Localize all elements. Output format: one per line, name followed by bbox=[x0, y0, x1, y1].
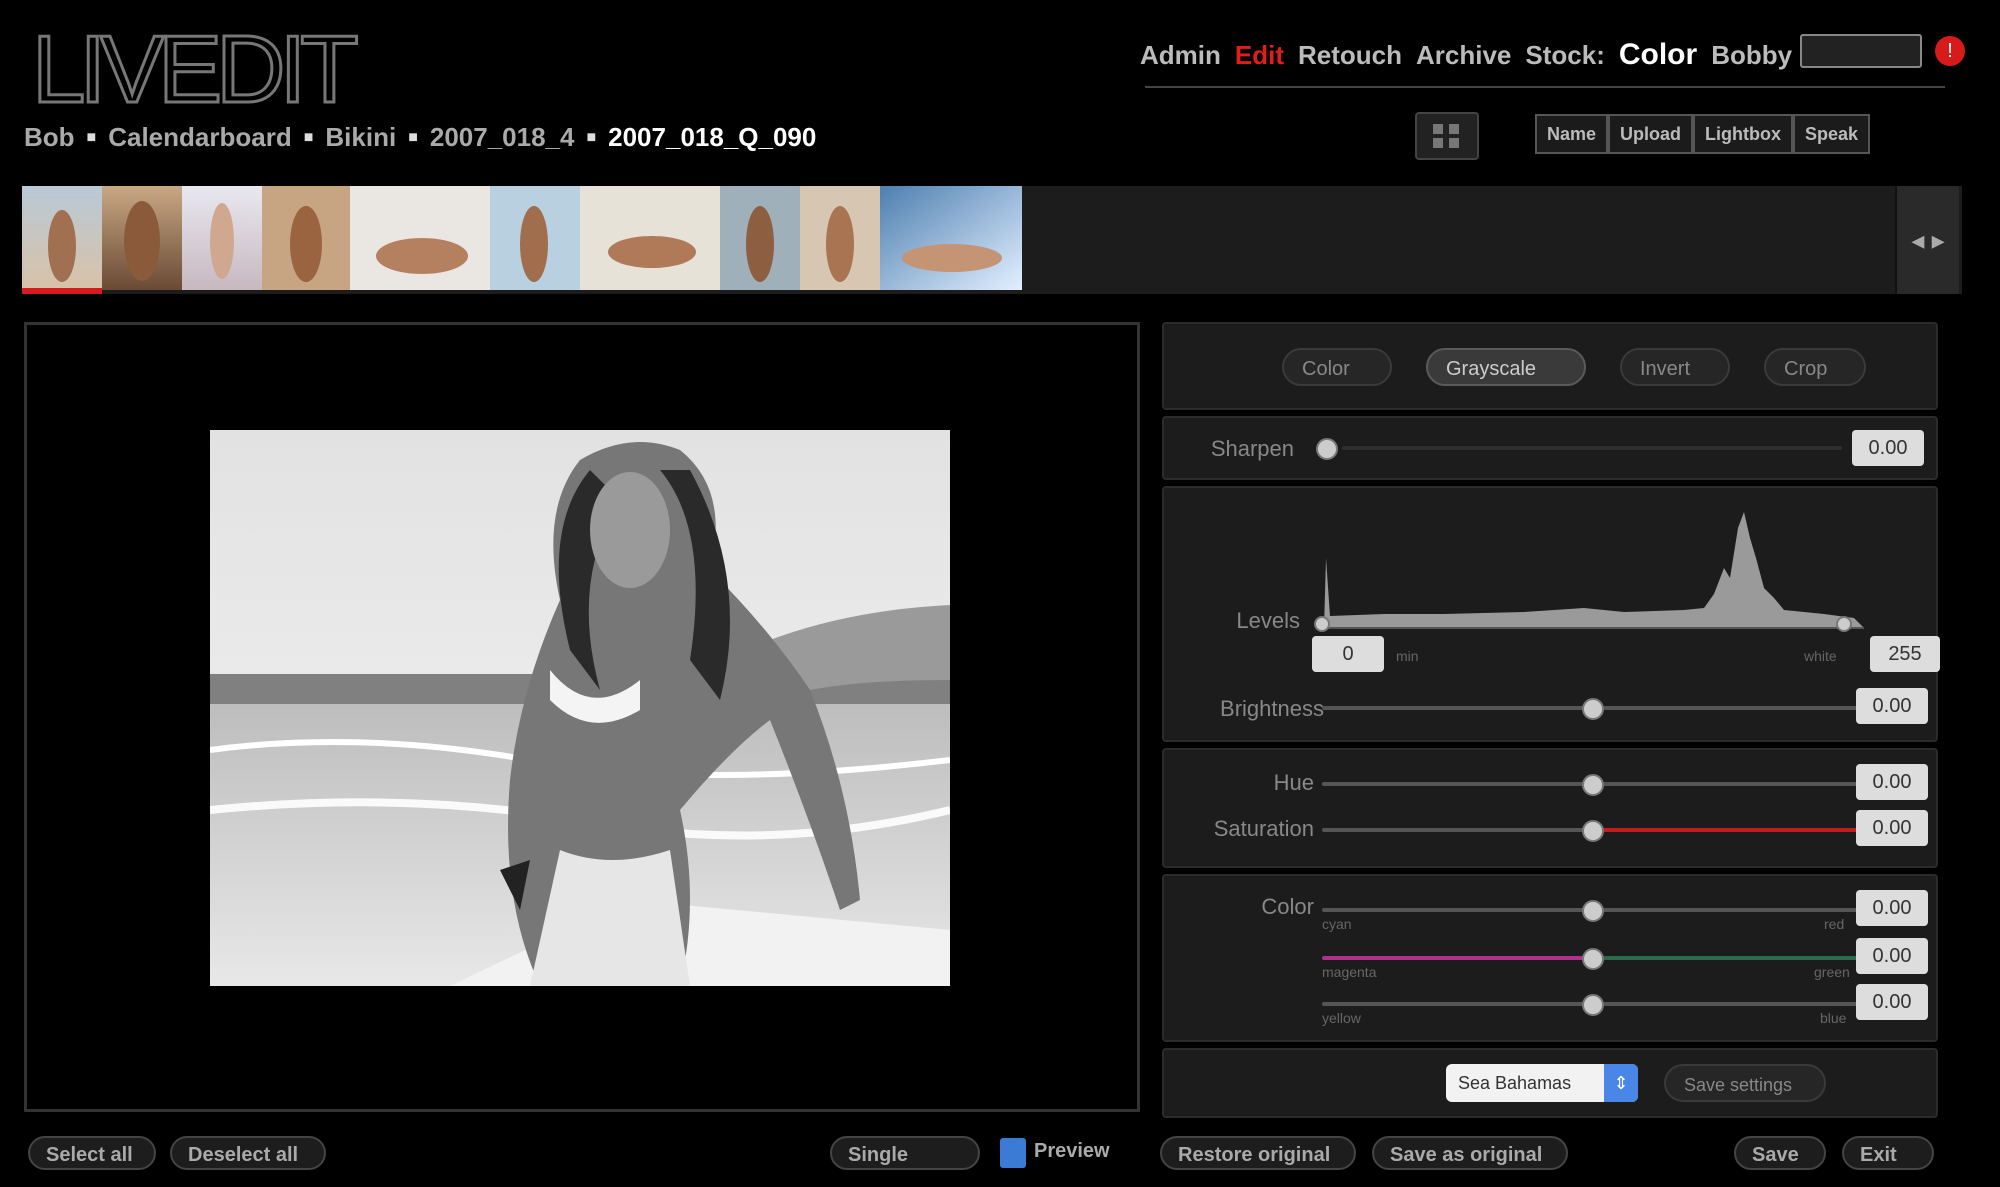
preset-select-value: Sea Bahamas bbox=[1458, 1073, 1572, 1093]
breadcrumb-item[interactable]: Bob bbox=[24, 122, 75, 153]
nav-archive[interactable]: Archive bbox=[1416, 40, 1511, 71]
levels-low-value[interactable]: 0 bbox=[1312, 636, 1384, 672]
color-label: Color bbox=[1261, 894, 1314, 919]
yellow-blue-slider-knob[interactable] bbox=[1582, 994, 1604, 1016]
nav-stock[interactable]: Stock: bbox=[1525, 40, 1604, 71]
sharpen-value[interactable]: 0.00 bbox=[1852, 430, 1924, 466]
cyan-red-slider-knob[interactable] bbox=[1582, 900, 1604, 922]
levels-section: Levels 0 min white 255 Brightness 0.00 bbox=[1162, 486, 1940, 742]
mode-grayscale-button[interactable]: Grayscale bbox=[1426, 348, 1586, 386]
nav-user[interactable]: Bobby bbox=[1711, 40, 1792, 71]
filmstrip-scroll-arrows-icon[interactable]: ◂ ▸ bbox=[1895, 186, 1959, 294]
green-label: green bbox=[1814, 964, 1850, 980]
alert-icon[interactable]: ! bbox=[1935, 36, 1965, 66]
magenta-green-value[interactable]: 0.00 bbox=[1856, 938, 1928, 974]
nav-divider bbox=[1145, 86, 1945, 88]
saturation-slider-fill[interactable] bbox=[1592, 828, 1862, 832]
select-arrows-icon: ⇕ bbox=[1604, 1064, 1638, 1102]
levels-label: Levels bbox=[1236, 608, 1300, 633]
thumbnail bbox=[350, 186, 490, 290]
levels-low-hint: min bbox=[1396, 648, 1419, 664]
saturation-slider-track[interactable] bbox=[1322, 828, 1592, 832]
breadcrumb-separator-icon: ■ bbox=[586, 128, 597, 146]
nav-retouch[interactable]: Retouch bbox=[1298, 40, 1402, 71]
magenta-green-slider-fill[interactable] bbox=[1322, 956, 1592, 960]
magenta-green-slider-track[interactable] bbox=[1592, 956, 1862, 960]
breadcrumb-separator-icon: ■ bbox=[408, 128, 418, 146]
save-settings-button[interactable]: Save settings bbox=[1664, 1064, 1826, 1102]
mode-selector: Color Grayscale Invert Crop bbox=[1162, 322, 1938, 410]
levels-low-handle[interactable] bbox=[1314, 616, 1330, 632]
preview-label: Preview bbox=[1034, 1140, 1110, 1162]
levels-high-handle[interactable] bbox=[1836, 616, 1852, 632]
grid-icon bbox=[1433, 124, 1459, 148]
restore-original-button[interactable]: Restore original bbox=[1160, 1136, 1356, 1170]
thumbnail-strip bbox=[22, 186, 1022, 290]
brightness-value[interactable]: 0.00 bbox=[1856, 688, 1928, 724]
preset-select[interactable]: Sea Bahamas ⇕ bbox=[1446, 1064, 1638, 1102]
sharpen-slider-track[interactable] bbox=[1342, 446, 1842, 450]
color-panel: Color Grayscale Invert Crop Sharpen 0.00… bbox=[1162, 322, 1940, 1118]
breadcrumb-item[interactable]: 2007_018_4 bbox=[430, 122, 575, 153]
sharpen-label: Sharpen bbox=[1210, 436, 1294, 461]
saturation-value[interactable]: 0.00 bbox=[1856, 810, 1928, 846]
histogram-chart bbox=[1324, 512, 1864, 629]
top-nav: Admin Edit Retouch Archive Stock: Color … bbox=[1140, 38, 1792, 72]
yellow-label: yellow bbox=[1322, 1010, 1361, 1026]
select-all-button[interactable]: Select all bbox=[28, 1136, 156, 1170]
breadcrumb-item[interactable]: Bikini bbox=[325, 122, 396, 153]
red-label: red bbox=[1824, 916, 1845, 932]
deselect-all-button[interactable]: Deselect all bbox=[170, 1136, 326, 1170]
save-button[interactable]: Save bbox=[1734, 1136, 1826, 1170]
cyan-label: cyan bbox=[1322, 916, 1352, 932]
single-view-button[interactable]: Single bbox=[830, 1136, 980, 1170]
blue-label: blue bbox=[1820, 1010, 1847, 1026]
preset-section: Sea Bahamas ⇕ Save settings bbox=[1162, 1048, 1938, 1118]
nav-color[interactable]: Color bbox=[1619, 38, 1697, 72]
mode-crop-button[interactable]: Crop bbox=[1764, 348, 1866, 386]
hue-label: Hue bbox=[1273, 770, 1314, 795]
hue-slider-knob[interactable] bbox=[1582, 774, 1604, 796]
nav-edit[interactable]: Edit bbox=[1235, 40, 1284, 71]
lightbox-button[interactable]: Lightbox bbox=[1693, 114, 1794, 154]
sharpen-section: Sharpen 0.00 bbox=[1162, 416, 1938, 480]
hue-value[interactable]: 0.00 bbox=[1856, 764, 1928, 800]
breadcrumb: Bob ■ Calendarboard ■ Bikini ■ 2007_018_… bbox=[24, 122, 816, 153]
sharpen-slider-knob[interactable] bbox=[1316, 438, 1338, 460]
app-logo: LIVEDIT bbox=[31, 16, 361, 123]
upload-button[interactable]: Upload bbox=[1608, 114, 1694, 154]
levels-high-value[interactable]: 255 bbox=[1870, 636, 1940, 672]
saturation-slider-knob[interactable] bbox=[1582, 820, 1604, 842]
breadcrumb-item[interactable]: Calendarboard bbox=[108, 122, 292, 153]
name-button[interactable]: Name bbox=[1535, 114, 1609, 154]
breadcrumb-current: 2007_018_Q_090 bbox=[608, 122, 817, 152]
filmstrip bbox=[22, 186, 1962, 294]
color-balance-section: Color cyan red 0.00 magenta green 0.00 y… bbox=[1162, 874, 1938, 1042]
brightness-slider-knob[interactable] bbox=[1582, 698, 1604, 720]
levels-high-hint: white bbox=[1804, 648, 1837, 664]
mode-invert-button[interactable]: Invert bbox=[1620, 348, 1730, 386]
yellow-blue-value[interactable]: 0.00 bbox=[1856, 984, 1928, 1020]
mode-color-button[interactable]: Color bbox=[1282, 348, 1392, 386]
magenta-green-slider-knob[interactable] bbox=[1582, 948, 1604, 970]
preview-checkbox-icon[interactable] bbox=[1000, 1138, 1026, 1168]
exit-button[interactable]: Exit bbox=[1842, 1136, 1934, 1170]
breadcrumb-separator-icon: ■ bbox=[303, 128, 314, 146]
speak-button[interactable]: Speak bbox=[1793, 114, 1871, 154]
brightness-label: Brightness bbox=[1220, 696, 1324, 721]
nav-admin[interactable]: Admin bbox=[1140, 40, 1221, 71]
preview-photo bbox=[210, 430, 950, 986]
nav-status-box[interactable] bbox=[1800, 34, 1922, 68]
view-button-group: Name Upload Lightbox Speak bbox=[1535, 114, 1871, 154]
save-as-original-button[interactable]: Save as original bbox=[1372, 1136, 1568, 1170]
saturation-label: Saturation bbox=[1213, 816, 1314, 841]
thumbnail bbox=[880, 186, 1022, 290]
breadcrumb-separator-icon: ■ bbox=[86, 128, 97, 146]
selected-thumbnail-indicator bbox=[22, 288, 102, 294]
hue-saturation-section: Hue 0.00 Saturation 0.00 bbox=[1162, 748, 1938, 868]
magenta-label: magenta bbox=[1322, 964, 1377, 980]
cyan-red-value[interactable]: 0.00 bbox=[1856, 890, 1928, 926]
grid-view-button[interactable] bbox=[1415, 112, 1479, 160]
